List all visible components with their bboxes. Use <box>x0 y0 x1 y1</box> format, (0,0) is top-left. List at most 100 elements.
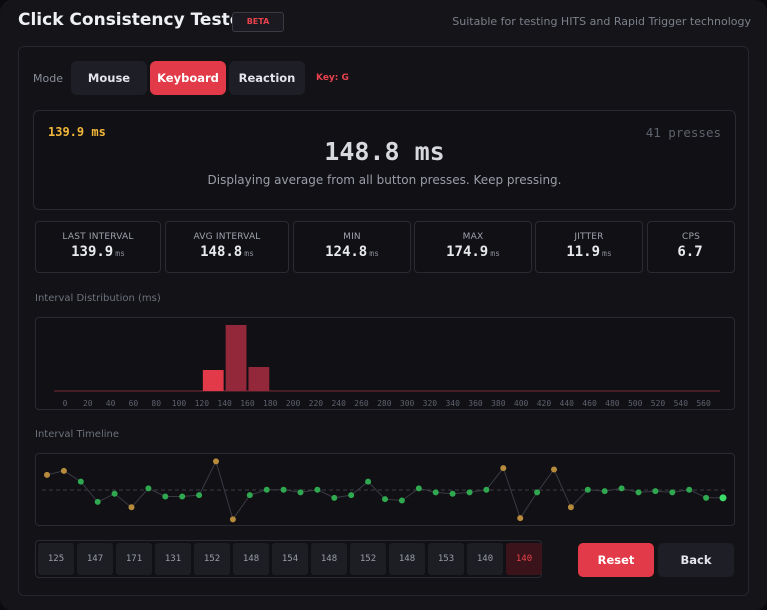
timeline-point <box>60 467 67 474</box>
recent-chip: 153 <box>428 543 464 575</box>
timeline-point <box>365 478 372 485</box>
histogram-tick-label: 100 <box>172 399 187 408</box>
recent-chip: 152 <box>194 543 230 575</box>
stat-max: MAX 174.9 ms <box>414 221 532 273</box>
timeline-point <box>196 492 203 499</box>
timeline-point <box>719 494 727 502</box>
histogram-bar <box>225 325 247 391</box>
histogram-tick-label: 560 <box>696 399 711 408</box>
recent-chip: 148 <box>389 543 425 575</box>
histogram-tick-label: 160 <box>240 399 255 408</box>
stat-unit: ms <box>115 249 125 258</box>
beta-badge: BETA <box>232 12 284 32</box>
recent-chip: 171 <box>116 543 152 575</box>
stat-value: 174.9 <box>446 244 489 260</box>
stat-value: 148.8 <box>200 244 243 260</box>
timeline-point <box>246 492 253 499</box>
result-display[interactable]: 139.9 ms 41 presses 148.8 ms Displaying … <box>33 110 736 210</box>
distribution-chart: 0 20 40 60 80 100 120 140 160 180 200 220 240 260 280 3… <box>35 317 735 410</box>
histogram-tick-label: 180 <box>263 399 278 408</box>
histogram-tick-label: 420 <box>537 399 552 408</box>
timeline-point <box>584 486 591 493</box>
timeline-point <box>517 515 524 522</box>
stat-value: 11.9 <box>566 244 601 260</box>
timeline-point <box>111 490 118 497</box>
timeline-point <box>44 471 50 478</box>
timeline-point <box>449 490 456 497</box>
timeline-point <box>534 489 541 496</box>
recent-intervals: 125 147 171 131 152 148 154 148 152 148 … <box>35 540 542 578</box>
histogram-tick-label: 340 <box>445 399 460 408</box>
timeline-point <box>179 493 186 500</box>
histogram-tick-label: 460 <box>582 399 597 408</box>
histogram-bar <box>202 370 224 391</box>
histogram-tick-label: 320 <box>423 399 438 408</box>
histogram-tick-label: 260 <box>354 399 369 408</box>
app-title: Click Consistency Tester <box>18 10 250 30</box>
histogram-tick-label: 140 <box>217 399 232 408</box>
histogram-tick-label: 60 <box>129 399 139 408</box>
mode-keyboard-button[interactable]: Keyboard <box>150 61 226 95</box>
timeline-point <box>500 465 507 472</box>
key-hint: Key: G <box>316 73 349 83</box>
back-button[interactable]: Back <box>658 543 734 577</box>
stat-last-interval: LAST INTERVAL 139.9 ms <box>35 221 161 273</box>
timeline-point <box>686 486 693 493</box>
timeline-point <box>77 478 84 485</box>
mode-mouse-button[interactable]: Mouse <box>71 61 147 95</box>
stat-cps: CPS 6.7 <box>647 221 735 273</box>
stat-jitter: JITTER 11.9 ms <box>535 221 643 273</box>
timeline-point <box>213 458 219 465</box>
timeline-point <box>280 486 287 493</box>
stat-unit: ms <box>602 249 612 258</box>
timeline-point <box>229 516 236 523</box>
histogram-tick-label: 20 <box>83 399 93 408</box>
timeline-point <box>331 494 338 501</box>
recent-chip: 140 <box>467 543 503 575</box>
histogram-tick-label: 520 <box>651 399 666 408</box>
recent-chip: 152 <box>350 543 386 575</box>
histogram-tick-label: 380 <box>491 399 506 408</box>
timeline-point <box>314 486 321 493</box>
timeline-point <box>483 486 490 493</box>
stat-value: 139.9 <box>71 244 114 260</box>
stat-avg-interval: AVG INTERVAL 148.8 ms <box>165 221 289 273</box>
histogram-tick-label: 440 <box>560 399 575 408</box>
timeline-point <box>551 466 557 473</box>
stat-label: LAST INTERVAL <box>62 232 134 242</box>
timeline-point <box>263 486 270 493</box>
timeline-point <box>94 498 101 505</box>
timeline-point <box>652 488 659 495</box>
mode-reaction-button[interactable]: Reaction <box>229 61 305 95</box>
timeline-chart <box>35 453 735 526</box>
recent-chip: 147 <box>77 543 113 575</box>
timeline-point <box>162 493 169 500</box>
timeline-point <box>669 489 676 496</box>
average-description: Displaying average from all button press… <box>207 173 562 187</box>
histogram-tick-label: 40 <box>106 399 116 408</box>
timeline-svg <box>42 458 728 523</box>
histogram-bar <box>248 367 270 391</box>
reset-button[interactable]: Reset <box>578 543 654 577</box>
timeline-point <box>297 489 304 496</box>
histogram-tick-label: 220 <box>309 399 324 408</box>
stat-unit: ms <box>369 249 379 258</box>
histogram-tick-label: 120 <box>195 399 210 408</box>
distribution-label: Interval Distribution (ms) <box>35 293 161 304</box>
timeline-point <box>567 504 574 511</box>
app-window: Click Consistency Tester BETA Suitable f… <box>0 0 767 610</box>
histogram-tick-label: 360 <box>468 399 483 408</box>
timeline-point <box>398 497 405 504</box>
app-subtitle: Suitable for testing HITS and Rapid Trig… <box>452 15 751 28</box>
histogram-tick-label: 200 <box>286 399 301 408</box>
histogram-tick-label: 80 <box>151 399 161 408</box>
stat-label: AVG INTERVAL <box>193 232 261 242</box>
timeline-point <box>145 485 152 492</box>
stat-label: MIN <box>343 232 361 242</box>
recent-chip: 154 <box>272 543 308 575</box>
timeline-point <box>382 496 388 503</box>
stat-label: CPS <box>681 232 701 242</box>
stat-label: JITTER <box>574 232 604 242</box>
histogram-tick-label: 500 <box>628 399 643 408</box>
timeline-point <box>618 485 625 492</box>
